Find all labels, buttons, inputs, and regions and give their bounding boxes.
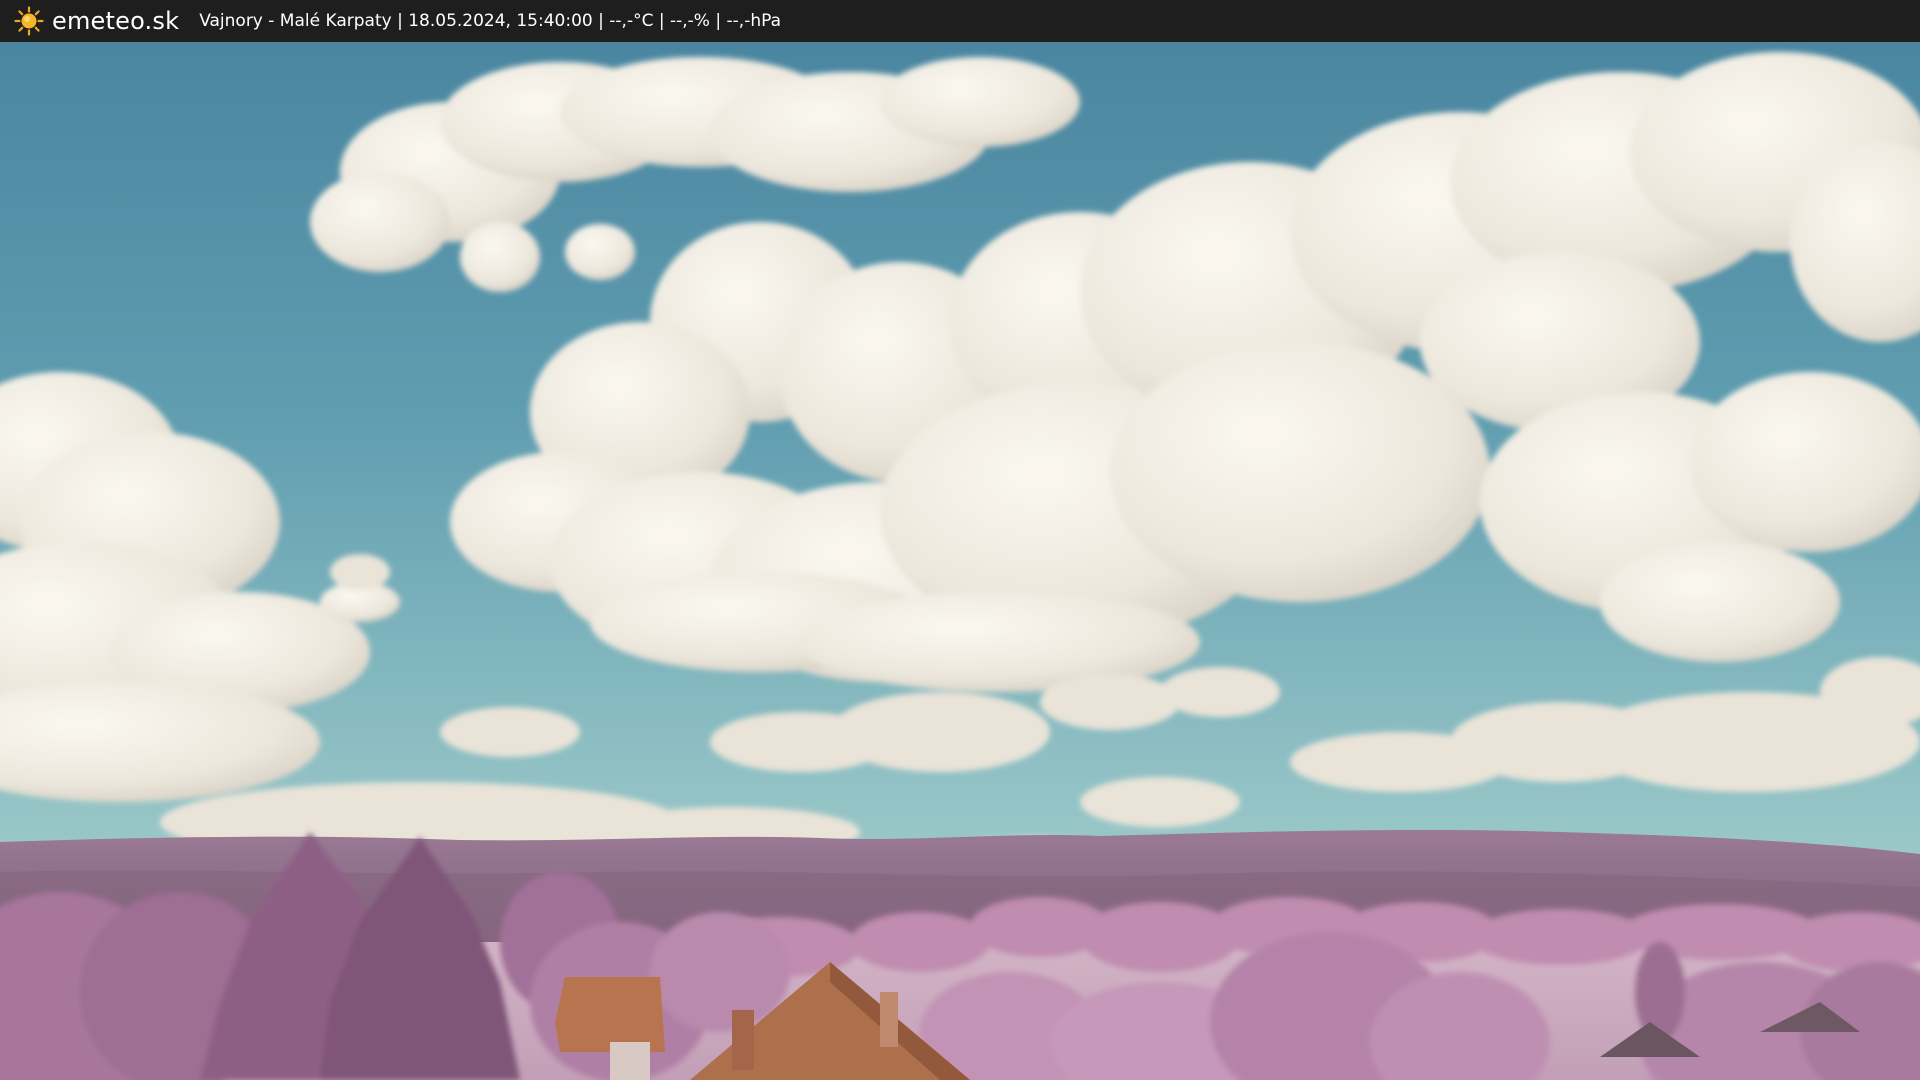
temperature-value: --,-°C: [609, 11, 654, 31]
webcam-image: [0, 42, 1920, 1080]
webcam-caption: Vajnory - Malé Karpaty | 18.05.2024, 15:…: [199, 11, 781, 31]
webcam-scene: [0, 42, 1920, 1080]
separator: |: [653, 11, 670, 31]
header-bar: emeteo.sk Vajnory - Malé Karpaty | 18.05…: [0, 0, 1920, 42]
brand-logo[interactable]: emeteo.sk: [14, 6, 179, 36]
separator: |: [391, 11, 409, 31]
separator: |: [709, 11, 727, 31]
pressure-value: --,-hPa: [726, 11, 782, 31]
separator: |: [592, 11, 610, 31]
sun-icon: [14, 6, 44, 36]
brand-name: emeteo.sk: [52, 7, 180, 35]
humidity-value: --,-%: [670, 11, 710, 31]
datetime-label: 18.05.2024, 15:40:00: [408, 11, 593, 31]
location-label: Vajnory - Malé Karpaty: [199, 11, 392, 31]
